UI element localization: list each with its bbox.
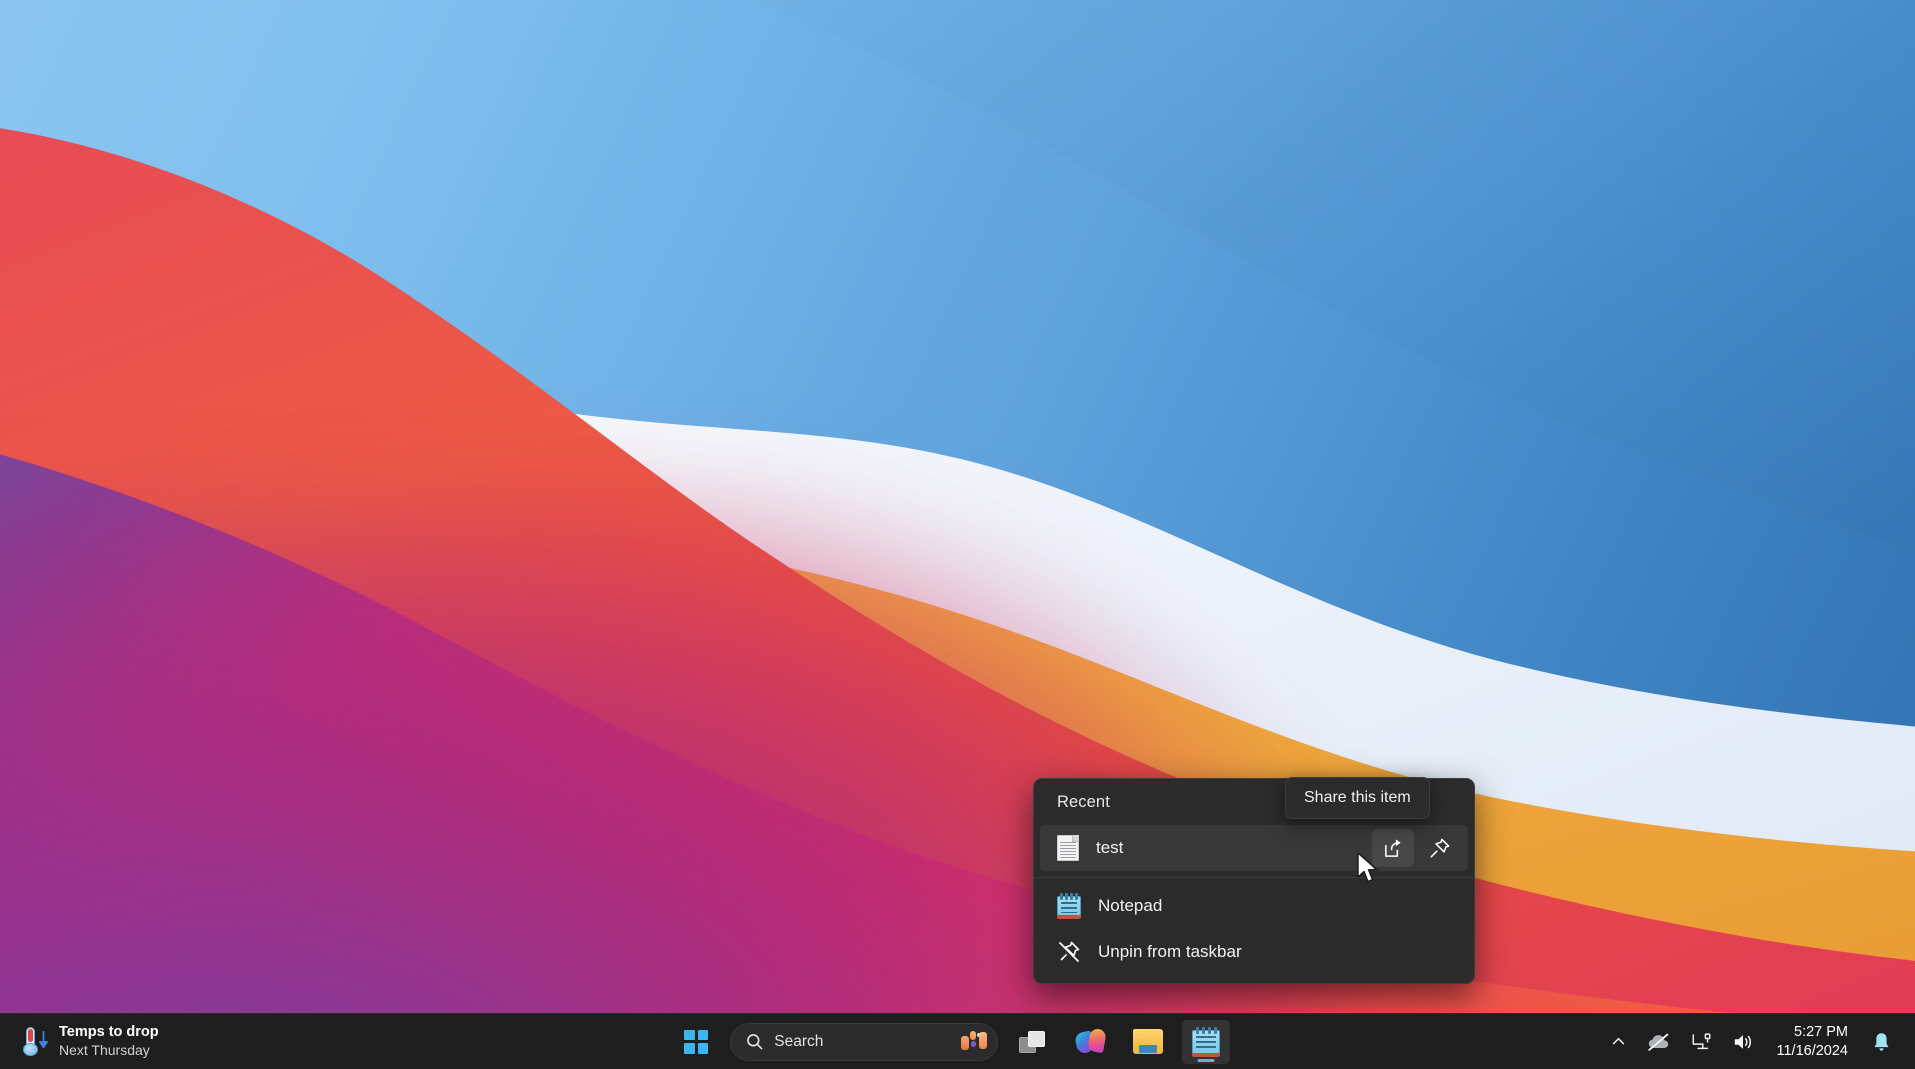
clock[interactable]: 5:27 PM 11/16/2024 (1767, 1023, 1859, 1059)
taskbar-system-tray: 5:27 PM 11/16/2024 (1603, 1023, 1915, 1059)
notepad-icon (1192, 1026, 1221, 1057)
jumplist-app-section: Notepad Unpin from taskbar (1034, 883, 1474, 975)
jumplist-item-unpin-label: Unpin from taskbar (1098, 942, 1242, 961)
search-icon (747, 1034, 763, 1050)
pin-button[interactable] (1418, 829, 1460, 867)
search-placeholder: Search (774, 1032, 824, 1050)
desktop-screen: Recent test Notepad Unpin from taskbar S… (0, 0, 1915, 1069)
volume-button[interactable] (1725, 1026, 1761, 1058)
notepad-icon (1057, 893, 1081, 919)
clock-time: 5:27 PM (1794, 1024, 1848, 1041)
jumplist-divider (1034, 877, 1474, 878)
thermometer-down-icon (22, 1026, 48, 1057)
weather-subtitle: Next Thursday (59, 1041, 150, 1058)
jumplist-item-actions (1372, 829, 1468, 867)
jumplist-item-notepad-label: Notepad (1098, 896, 1163, 915)
cloud-offline-icon (1647, 1033, 1668, 1051)
taskbar-app-copilot[interactable] (1066, 1020, 1114, 1064)
jumplist-recent-section: test (1034, 825, 1474, 871)
show-hidden-icons-button[interactable] (1603, 1027, 1634, 1056)
network-button[interactable] (1684, 1026, 1719, 1057)
taskbar-center: Search (300, 1019, 1603, 1064)
start-button[interactable] (672, 1020, 720, 1064)
weather-text: Temps to drop Next Thursday (59, 1024, 159, 1059)
copilot-icon (1074, 1027, 1108, 1056)
pin-icon (1430, 838, 1449, 857)
jumplist-item-notepad[interactable]: Notepad (1040, 883, 1468, 929)
mouse-cursor (1356, 852, 1382, 886)
unpin-icon (1059, 941, 1080, 962)
search-input[interactable]: Search (730, 1022, 999, 1061)
task-view-icon (1019, 1030, 1046, 1053)
weather-widget[interactable]: Temps to drop Next Thursday (14, 1020, 167, 1063)
chevron-up-icon (1612, 1037, 1624, 1045)
onedrive-button[interactable] (1640, 1026, 1678, 1058)
clock-date: 11/16/2024 (1776, 1042, 1849, 1059)
share-icon (1384, 838, 1401, 857)
jumplist-recent-item-label: test (1096, 838, 1124, 857)
weather-title: Temps to drop (59, 1024, 159, 1041)
windows-logo-icon (684, 1029, 709, 1054)
taskbar-left: Temps to drop Next Thursday (0, 1020, 300, 1063)
jumplist-item-unpin[interactable]: Unpin from taskbar (1040, 929, 1468, 975)
bell-icon (1874, 1032, 1889, 1051)
notifications-button[interactable] (1864, 1025, 1899, 1059)
copilot-highlight-icon (961, 1030, 988, 1053)
folder-icon (1133, 1029, 1164, 1054)
network-icon (1692, 1033, 1710, 1050)
speaker-icon (1734, 1034, 1751, 1049)
document-icon (1057, 835, 1079, 861)
taskbar-app-notepad[interactable] (1182, 1019, 1231, 1064)
taskbar: Temps to drop Next Thursday Search 5:27 … (0, 1013, 1915, 1069)
taskbar-app-task-view[interactable] (1008, 1020, 1056, 1064)
jumplist-recent-item[interactable]: test (1040, 825, 1468, 871)
taskbar-app-file-explorer[interactable] (1124, 1020, 1172, 1064)
share-tooltip: Share this item (1285, 777, 1430, 819)
desktop-wallpaper (0, 0, 1915, 1069)
